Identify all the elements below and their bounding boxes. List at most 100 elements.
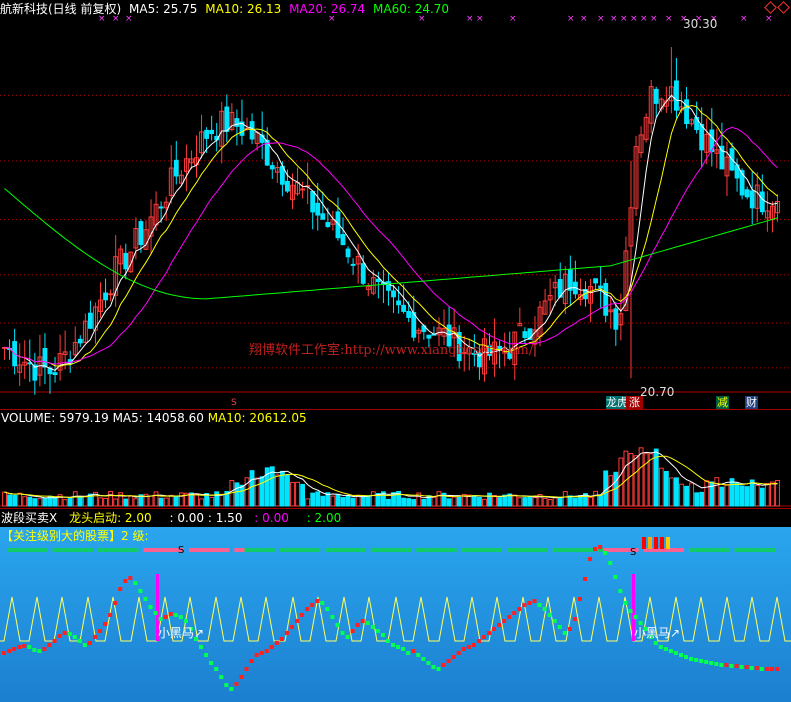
volume-bar (315, 491, 321, 507)
status-band-segment (406, 548, 412, 552)
wave-dot (481, 635, 486, 639)
wave-dot (32, 648, 37, 652)
wave-dot (7, 649, 12, 653)
volume-bar (123, 498, 129, 507)
volume-bar (52, 496, 58, 507)
status-band-segment (72, 548, 78, 552)
status-band-segment (461, 548, 467, 552)
status-band-segment (97, 548, 104, 552)
wave-dot (694, 658, 699, 662)
wave-dot (274, 641, 279, 645)
low-price-label: 20.70 (640, 385, 675, 399)
candle-body (396, 300, 401, 306)
status-band-segment (37, 548, 43, 552)
wave-dot (300, 613, 305, 617)
status-band-segment (103, 548, 109, 552)
signal-block (642, 537, 646, 549)
indicator-val1: : 0.00 (169, 511, 205, 525)
volume-bar (598, 495, 604, 507)
volume-bar (456, 496, 462, 507)
volume-bar (729, 478, 735, 507)
sell-marker: S (630, 547, 636, 558)
volume-bar (482, 498, 487, 507)
volume-bar (386, 498, 391, 507)
wave-dot (451, 655, 456, 659)
volume-bar (199, 498, 204, 507)
status-band-segment (572, 548, 578, 552)
wave-dot (52, 639, 57, 643)
wave-dot (284, 631, 289, 635)
volume-bar (593, 490, 599, 507)
candle-body (674, 80, 679, 111)
wave-dot (325, 607, 330, 611)
status-band-segment (678, 548, 685, 552)
tag-finance[interactable]: 财 (745, 396, 758, 410)
status-band-segment (562, 548, 568, 552)
wave-dot (729, 664, 734, 668)
wave-dot (668, 649, 673, 653)
status-band-segment (7, 548, 13, 552)
wave-dot (673, 651, 678, 655)
wave-dot (315, 599, 320, 603)
status-band-segment (769, 548, 775, 552)
volume-bar (643, 453, 649, 507)
wave-dot (421, 657, 426, 661)
wave-dot (684, 655, 689, 659)
status-band-segment (310, 548, 316, 552)
volume-bar (668, 477, 674, 507)
volume-bar (77, 496, 83, 507)
tag-limit-up[interactable]: 涨 (626, 396, 643, 410)
wave-dot (517, 607, 522, 611)
signal-marker: × (665, 14, 673, 24)
candle-body (87, 312, 93, 329)
wave-dot (769, 667, 774, 671)
volume-bar (274, 474, 280, 507)
status-band-segment (764, 548, 770, 552)
volume-bar (350, 497, 356, 507)
status-band-segment (719, 548, 725, 552)
wave-dot (320, 601, 325, 605)
wave-dot (234, 682, 239, 686)
wave-dot (57, 634, 62, 638)
wave-dot (2, 651, 7, 655)
status-band-segment (744, 548, 750, 552)
volume-bar (279, 470, 285, 507)
candle-body (386, 281, 391, 291)
event-marker-s[interactable]: S (231, 396, 237, 410)
volume-bar (497, 497, 503, 507)
wave-dot (153, 611, 158, 615)
wave-dot (133, 581, 138, 585)
wave-dot (17, 645, 22, 649)
candle-body (108, 293, 114, 296)
wave-dot (476, 639, 481, 643)
status-band-segment (163, 548, 169, 552)
wave-dot (244, 667, 249, 671)
volume-bar (674, 477, 679, 507)
wave-dot (103, 622, 108, 626)
volume-bar (239, 484, 245, 507)
status-band-segment (295, 548, 301, 552)
status-band-segment (148, 548, 154, 552)
status-band-segment (42, 548, 48, 552)
volume-bar (532, 497, 538, 507)
signal-marker: × (765, 14, 773, 24)
volume-bar (749, 479, 755, 507)
signal-marker: × (466, 14, 474, 24)
status-band-segment (128, 548, 134, 552)
wave-dot (385, 639, 390, 643)
volume-bar (754, 484, 760, 507)
wave-dot (562, 631, 567, 635)
volume-bar (42, 497, 48, 507)
wave-dot (183, 619, 188, 623)
wave-dot (92, 635, 97, 639)
volume-bar (158, 497, 164, 507)
tag-reduce[interactable]: 减 (716, 396, 729, 410)
status-band-segment (689, 548, 695, 552)
candle-body (209, 129, 215, 135)
indicator-val2: : 1.50 (207, 511, 243, 525)
status-band-segment (517, 548, 523, 552)
volume-bar (153, 491, 159, 507)
status-band-segment (188, 548, 194, 552)
indicator-val3: : 0.00 (254, 511, 289, 525)
status-band-segment (542, 548, 548, 552)
